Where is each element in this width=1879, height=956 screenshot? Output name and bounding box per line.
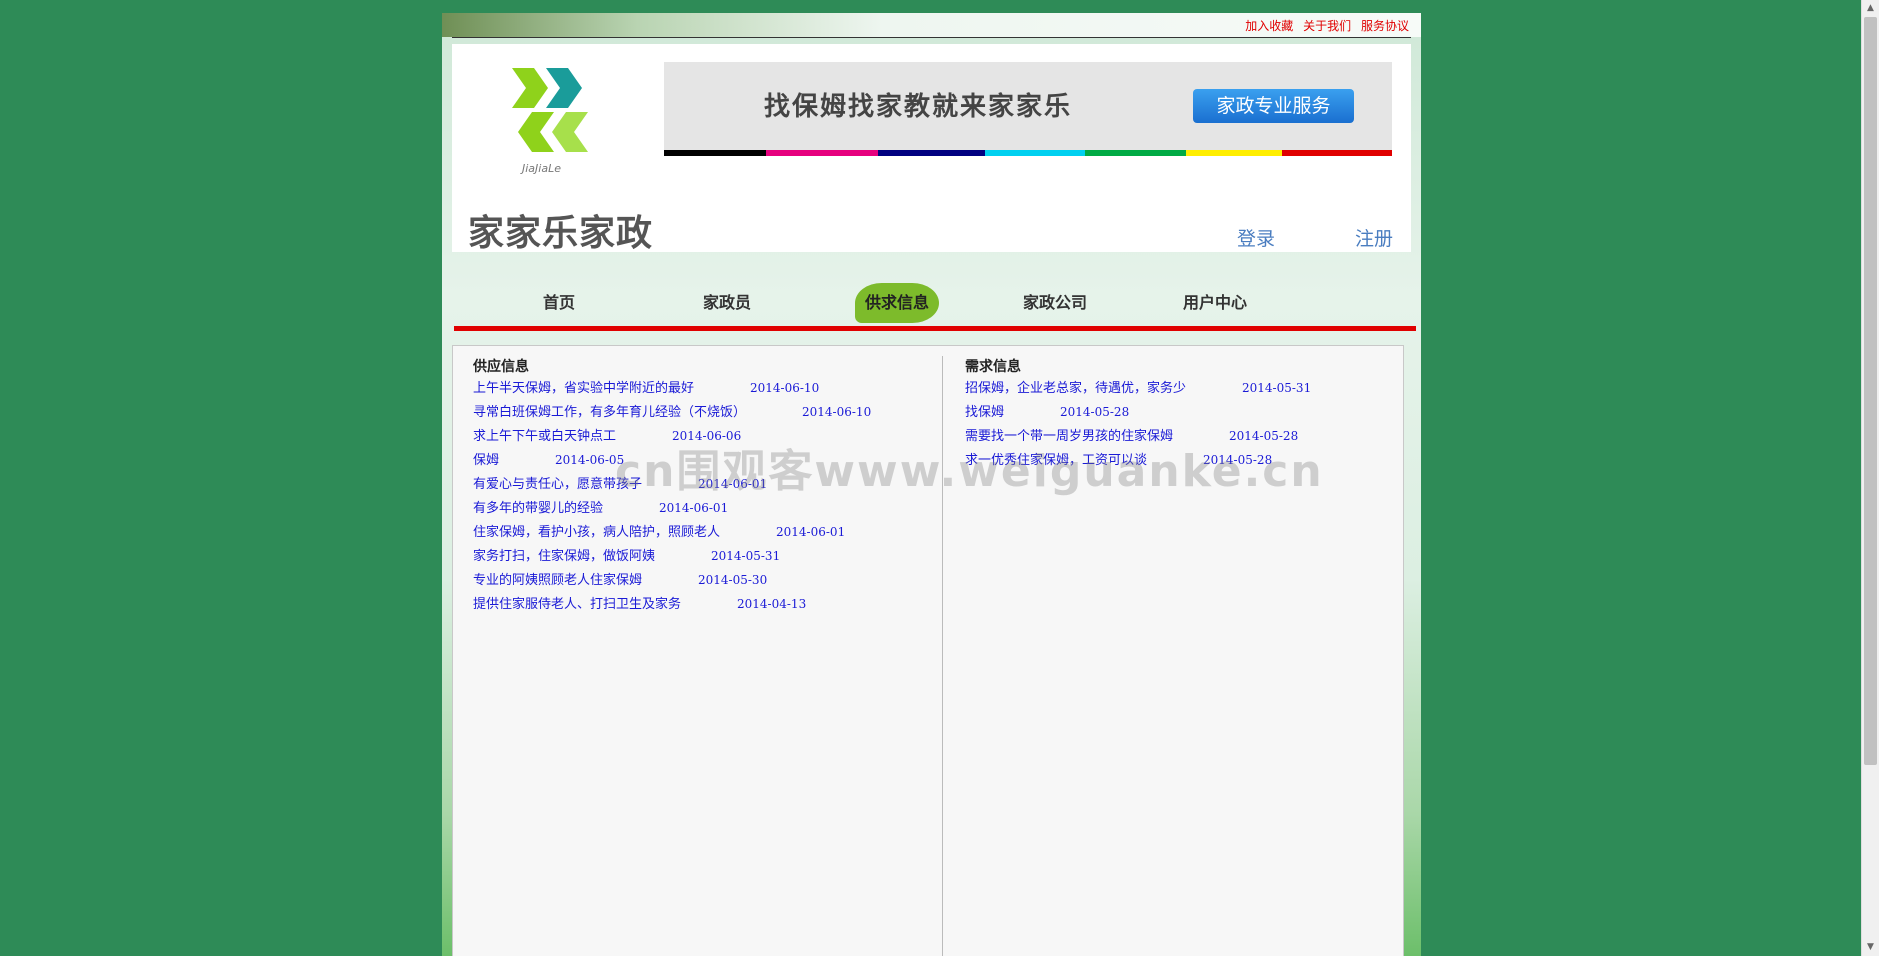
list-item[interactable]: 上午半天保姆，省实验中学附近的最好 2014-06-10 <box>473 376 871 400</box>
item-date: 2014-06-06 <box>672 429 742 443</box>
vertical-scrollbar[interactable]: ▲ ▼ <box>1861 0 1879 956</box>
item-title-link[interactable]: 寻常白班保姆工作，有多年育儿经验（不烧饭） <box>473 405 746 420</box>
top-bar: 加入收藏 关于我们 服务协议 <box>442 13 1421 37</box>
list-item[interactable]: 有多年的带婴儿的经验 2014-06-01 <box>473 496 871 520</box>
item-title-link[interactable]: 住家保姆，看护小孩，病人陪护，照顾老人 <box>473 525 720 540</box>
item-title-link[interactable]: 招保姆，企业老总家，待遇优，家务少 <box>965 381 1186 396</box>
item-title-link[interactable]: 提供住家服侍老人、打扫卫生及家务 <box>473 597 681 612</box>
top-divider <box>452 37 1411 38</box>
stripe-segment <box>1282 150 1392 156</box>
stripe-segment <box>1186 150 1282 156</box>
supply-column: 供应信息 上午半天保姆，省实验中学附近的最好 2014-06-10 寻常白班保姆工作… <box>473 356 871 616</box>
list-item[interactable]: 有爱心与责任心，愿意带孩子 2014-06-01 <box>473 472 871 496</box>
main-nav: 首页 家政员 供求信息 家政公司 用户中心 <box>442 269 1421 329</box>
login-link[interactable]: 登录 <box>1237 224 1275 251</box>
list-item[interactable]: 住家保姆，看护小孩，病人陪护，照顾老人 2014-06-01 <box>473 520 871 544</box>
item-title-link[interactable]: 有多年的带婴儿的经验 <box>473 501 603 516</box>
logo-small-text: JiaJiaLe <box>520 162 561 175</box>
supply-title: 供应信息 <box>473 359 529 375</box>
add-favorite-link[interactable]: 加入收藏 <box>1245 19 1293 33</box>
demand-list: 招保姆，企业老总家，待遇优，家务少 2014-05-31 找保姆 2014-05-28… <box>965 376 1311 472</box>
about-us-link[interactable]: 关于我们 <box>1303 19 1351 33</box>
nav-housekeepers[interactable]: 家政员 <box>703 289 751 313</box>
item-date: 2014-05-28 <box>1203 453 1273 467</box>
scroll-down-icon[interactable]: ▼ <box>1862 939 1879 956</box>
list-item[interactable]: 保姆 2014-06-05 <box>473 448 871 472</box>
list-item[interactable]: 招保姆，企业老总家，待遇优，家务少 2014-05-31 <box>965 376 1311 400</box>
service-agreement-link[interactable]: 服务协议 <box>1361 19 1409 33</box>
item-date: 2014-06-10 <box>802 405 872 419</box>
item-title-link[interactable]: 需要找一个带一周岁男孩的住家保姆 <box>965 429 1173 444</box>
item-date: 2014-06-10 <box>750 381 820 395</box>
item-date: 2014-05-31 <box>1242 381 1312 395</box>
item-date: 2014-06-05 <box>555 453 625 467</box>
scroll-up-icon[interactable]: ▲ <box>1862 0 1879 17</box>
banner-slogan: 找保姆找家教就来家家乐 <box>764 92 1073 122</box>
item-title-link[interactable]: 家务打扫，住家保姆，做饭阿姨 <box>473 549 655 564</box>
item-title-link[interactable]: 有爱心与责任心，愿意带孩子 <box>473 477 642 492</box>
color-stripe <box>664 150 1392 156</box>
item-title-link[interactable]: 专业的阿姨照顾老人住家保姆 <box>473 573 642 588</box>
stripe-segment <box>985 150 1085 156</box>
nav-supply-demand[interactable]: 供求信息 <box>855 283 940 323</box>
item-date: 2014-05-31 <box>711 549 781 563</box>
item-date: 2014-04-13 <box>737 597 807 611</box>
item-title-link[interactable]: 找保姆 <box>965 405 1004 420</box>
nav-companies[interactable]: 家政公司 <box>1023 289 1087 313</box>
item-date: 2014-05-28 <box>1060 405 1130 419</box>
service-button[interactable]: 家政专业服务 <box>1193 89 1354 123</box>
list-item[interactable]: 寻常白班保姆工作，有多年育儿经验（不烧饭） 2014-06-10 <box>473 400 871 424</box>
register-link[interactable]: 注册 <box>1355 224 1393 251</box>
stripe-segment <box>664 150 766 156</box>
nav-user-center[interactable]: 用户中心 <box>1183 289 1247 313</box>
supply-list: 上午半天保姆，省实验中学附近的最好 2014-06-10 寻常白班保姆工作，有多年育… <box>473 376 871 616</box>
item-title-link[interactable]: 求上午下午或白天钟点工 <box>473 429 616 444</box>
item-date: 2014-05-28 <box>1229 429 1299 443</box>
item-title-link[interactable]: 求一优秀住家保姆，工资可以谈 <box>965 453 1147 468</box>
list-item[interactable]: 求一优秀住家保姆，工资可以谈 2014-05-28 <box>965 448 1311 472</box>
item-date: 2014-06-01 <box>776 525 846 539</box>
list-item[interactable]: 专业的阿姨照顾老人住家保姆 2014-05-30 <box>473 568 871 592</box>
item-title-link[interactable]: 上午半天保姆，省实验中学附近的最好 <box>473 381 694 396</box>
list-item[interactable]: 找保姆 2014-05-28 <box>965 400 1311 424</box>
site-name: 家家乐家政 <box>468 212 654 254</box>
content-panel: 供应信息 上午半天保姆，省实验中学附近的最好 2014-06-10 寻常白班保姆工作… <box>452 345 1404 956</box>
demand-column: 需求信息 招保姆，企业老总家，待遇优，家务少 2014-05-31 找保姆 2014-… <box>965 356 1311 472</box>
logo-icon: JiaJiaLe <box>512 68 588 175</box>
list-item[interactable]: 需要找一个带一周岁男孩的住家保姆 2014-05-28 <box>965 424 1311 448</box>
nav-red-line <box>454 326 1416 331</box>
item-date: 2014-05-30 <box>698 573 768 587</box>
banner: 找保姆找家教就来家家乐 家政专业服务 <box>664 62 1392 150</box>
list-item[interactable]: 求上午下午或白天钟点工 2014-06-06 <box>473 424 871 448</box>
stripe-segment <box>766 150 878 156</box>
item-date: 2014-06-01 <box>659 501 729 515</box>
item-title-link[interactable]: 保姆 <box>473 453 499 468</box>
stripe-segment <box>1085 150 1186 156</box>
item-date: 2014-06-01 <box>698 477 768 491</box>
list-item[interactable]: 家务打扫，住家保姆，做饭阿姨 2014-05-31 <box>473 544 871 568</box>
stripe-segment <box>878 150 985 156</box>
demand-title: 需求信息 <box>965 359 1021 375</box>
top-links: 加入收藏 关于我们 服务协议 <box>1239 17 1409 34</box>
header: JiaJiaLe 家家乐家政 找保姆找家教就来家家乐 家政专业服务 登录 注册 <box>452 44 1411 254</box>
scroll-thumb[interactable] <box>1864 17 1877 765</box>
page-container: 加入收藏 关于我们 服务协议 JiaJiaLe 家家乐家政 找保姆找家教就来家家… <box>442 13 1421 956</box>
column-divider <box>942 356 943 956</box>
list-item[interactable]: 提供住家服侍老人、打扫卫生及家务 2014-04-13 <box>473 592 871 616</box>
nav-home[interactable]: 首页 <box>543 289 575 313</box>
